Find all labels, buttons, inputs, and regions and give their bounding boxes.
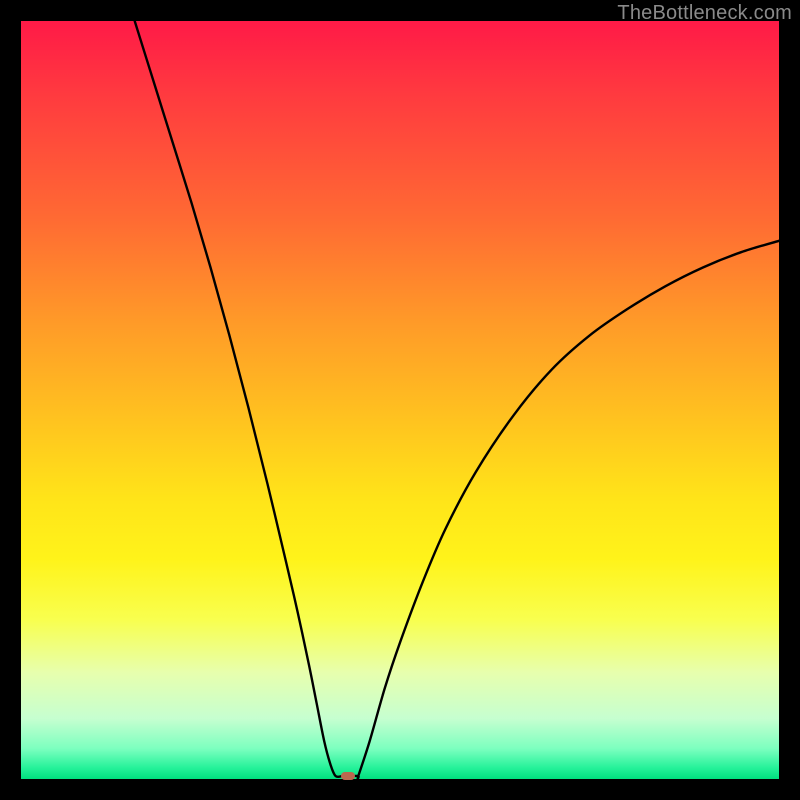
chart-plot-area (21, 21, 779, 779)
watermark-text: TheBottleneck.com (617, 2, 792, 25)
optimal-point-marker (341, 772, 355, 780)
bottleneck-curve (21, 21, 779, 779)
